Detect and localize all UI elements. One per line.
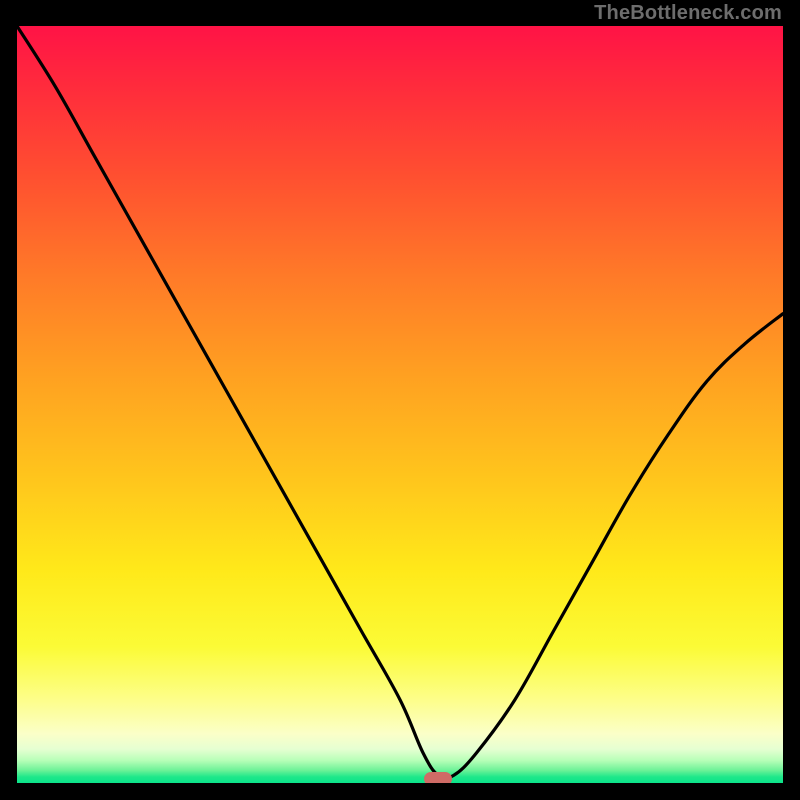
bottleneck-curve-path: [17, 26, 783, 778]
plot-area: [17, 26, 783, 783]
bottleneck-curve: [17, 26, 783, 783]
optimal-point-marker: [424, 772, 452, 783]
attribution-label: TheBottleneck.com: [594, 2, 782, 25]
chart-frame: TheBottleneck.com: [0, 0, 800, 800]
